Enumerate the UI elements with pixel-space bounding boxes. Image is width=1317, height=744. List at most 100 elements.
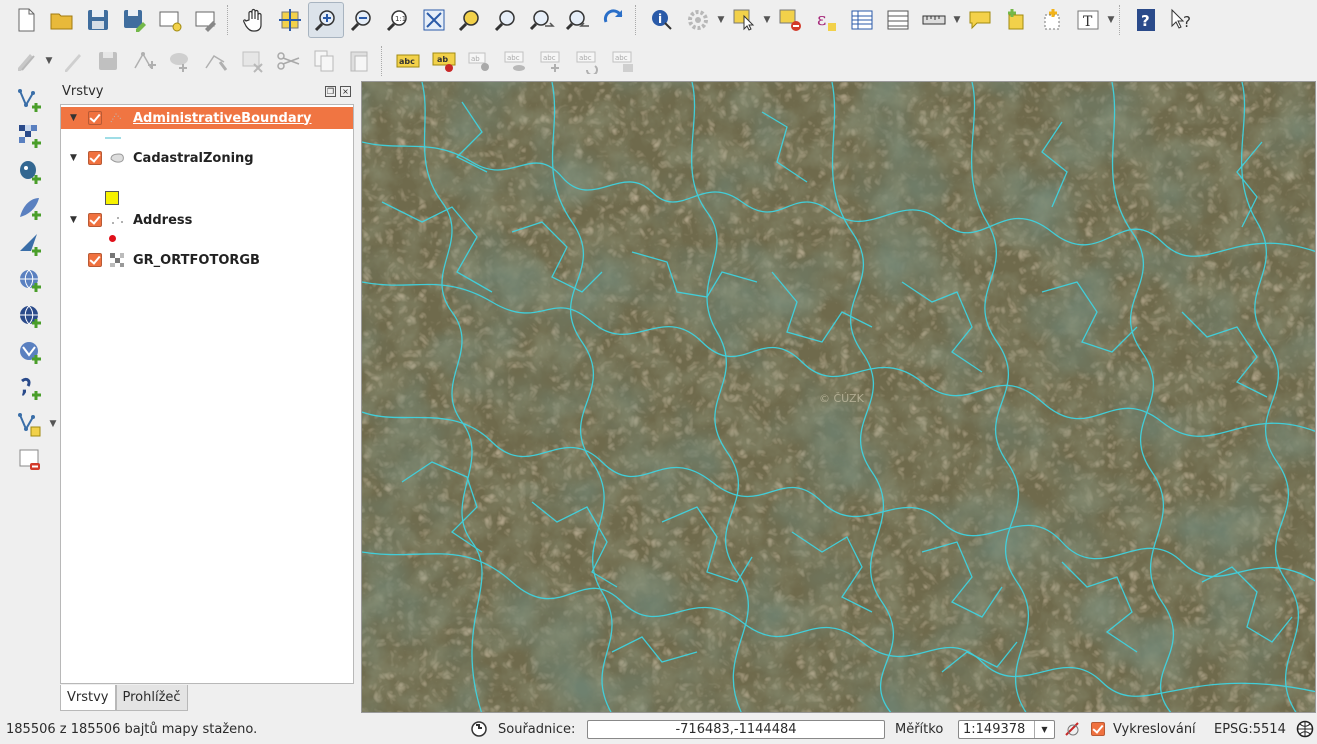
save-as-icon[interactable] xyxy=(116,2,152,38)
chevron-down-icon[interactable]: ▼ xyxy=(952,2,962,38)
zoom-last-icon[interactable] xyxy=(524,2,560,38)
save-edits-icon[interactable] xyxy=(90,43,126,79)
zoom-out-icon[interactable] xyxy=(344,2,380,38)
scale-combobox[interactable]: 1:149378 ▼ xyxy=(958,720,1055,739)
layer-row-gr-ortfotorgb[interactable]: GR_ORTFOTORGB xyxy=(61,249,353,271)
attribute-table-icon[interactable] xyxy=(844,2,880,38)
chevron-down-icon[interactable]: ▼ xyxy=(716,2,726,38)
line-symbol xyxy=(105,137,121,139)
add-vector-layer-icon[interactable] xyxy=(12,82,48,118)
field-calculator-icon[interactable]: ε xyxy=(808,2,844,38)
node-tool-icon[interactable] xyxy=(198,43,234,79)
add-wms-layer-icon[interactable] xyxy=(12,262,48,298)
pan-hand-icon[interactable] xyxy=(236,2,272,38)
layer-labeling-icon[interactable]: ab xyxy=(426,43,462,79)
layer-row-administrativeboundary[interactable]: ▼ AdministrativeBoundary xyxy=(61,107,353,129)
add-wfs-layer-icon[interactable] xyxy=(12,334,48,370)
add-delimited-text-icon[interactable]: , xyxy=(12,370,48,406)
new-print-composer-icon[interactable] xyxy=(152,2,188,38)
save-project-icon[interactable] xyxy=(80,2,116,38)
coordinate-label: Souřadnice: xyxy=(498,721,576,737)
select-features-icon[interactable] xyxy=(726,2,762,38)
crs-globe-icon[interactable] xyxy=(1296,720,1314,738)
layer-row-cadastralzoning[interactable]: ▼ CadastralZoning xyxy=(61,147,353,169)
show-hide-labels-icon[interactable]: abc xyxy=(498,43,534,79)
new-project-icon[interactable] xyxy=(8,2,44,38)
toggle-editing-icon[interactable] xyxy=(54,43,90,79)
zoom-next-icon[interactable] xyxy=(560,2,596,38)
zoom-in-icon[interactable] xyxy=(308,2,344,38)
copy-features-icon[interactable] xyxy=(306,43,342,79)
svg-text:ε: ε xyxy=(817,9,826,30)
layer-name: CadastralZoning xyxy=(133,150,254,166)
add-wcs-layer-icon[interactable] xyxy=(12,298,48,334)
chevron-down-icon[interactable]: ▼ xyxy=(44,43,54,79)
close-panel-icon[interactable]: × xyxy=(340,86,351,97)
expand-arrow-icon[interactable]: ▼ xyxy=(70,153,77,163)
measure-ruler-icon[interactable] xyxy=(916,2,952,38)
zoom-to-layer-icon[interactable] xyxy=(488,2,524,38)
line-layer-icon xyxy=(109,110,125,126)
refresh-icon[interactable] xyxy=(596,2,632,38)
crs-label[interactable]: EPSG:5514 xyxy=(1214,722,1286,737)
chevron-down-icon[interactable]: ▼ xyxy=(1034,721,1054,738)
layer-visibility-checkbox[interactable] xyxy=(88,253,102,267)
chevron-down-icon[interactable]: ▼ xyxy=(1106,2,1116,38)
add-raster-layer-icon[interactable] xyxy=(12,118,48,154)
float-panel-icon[interactable]: ❐ xyxy=(325,86,336,97)
change-label-icon[interactable]: abc xyxy=(606,43,642,79)
add-postgis-layer-icon[interactable] xyxy=(12,154,48,190)
show-bookmarks-icon[interactable] xyxy=(1034,2,1070,38)
map-canvas[interactable]: © ČÚZK xyxy=(361,81,1316,713)
move-feature-icon[interactable] xyxy=(162,43,198,79)
zoom-to-selection-icon[interactable] xyxy=(452,2,488,38)
rotate-label-icon[interactable]: abc xyxy=(570,43,606,79)
chevron-down-icon[interactable]: ▼ xyxy=(762,2,772,38)
remove-layer-icon[interactable] xyxy=(12,442,48,478)
zoom-actual-size-icon[interactable]: 1:1 xyxy=(380,2,416,38)
layer-name: GR_ORTFOTORGB xyxy=(133,252,260,268)
label-toolbar-icon[interactable]: abc xyxy=(390,43,426,79)
pan-to-selection-icon[interactable] xyxy=(272,2,308,38)
add-mssql-layer-icon[interactable] xyxy=(12,226,48,262)
help-icon[interactable]: ? xyxy=(1128,2,1164,38)
delete-selected-icon[interactable] xyxy=(234,43,270,79)
layer-visibility-checkbox[interactable] xyxy=(88,213,102,227)
composer-manager-icon[interactable] xyxy=(188,2,224,38)
svg-text:ab: ab xyxy=(471,55,480,63)
scale-value: 1:149378 xyxy=(963,722,1026,737)
action-gear-icon[interactable] xyxy=(680,2,716,38)
tab-layers[interactable]: Vrstvy xyxy=(60,685,116,711)
map-tips-icon[interactable] xyxy=(962,2,998,38)
add-feature-icon[interactable] xyxy=(126,43,162,79)
layer-row-address[interactable]: ▼ Address xyxy=(61,209,353,231)
statistics-icon[interactable] xyxy=(880,2,916,38)
chevron-down-icon[interactable]: ▼ xyxy=(48,406,58,442)
pin-labels-icon[interactable]: ab xyxy=(462,43,498,79)
render-checkbox[interactable] xyxy=(1091,722,1105,736)
layer-visibility-checkbox[interactable] xyxy=(88,151,102,165)
deselect-all-icon[interactable] xyxy=(772,2,808,38)
coordinate-toggle-icon[interactable] xyxy=(470,720,488,738)
new-shapefile-icon[interactable] xyxy=(12,406,48,442)
add-spatialite-layer-icon[interactable] xyxy=(12,190,48,226)
zoom-full-icon[interactable] xyxy=(416,2,452,38)
expand-arrow-icon[interactable]: ▼ xyxy=(70,215,77,225)
tab-browser[interactable]: Prohlížeč xyxy=(115,685,188,711)
text-annotation-icon[interactable]: T xyxy=(1070,2,1106,38)
coordinate-field[interactable]: -716483,-1144484 xyxy=(587,720,885,739)
layer-tree[interactable]: ▼ AdministrativeBoundary ▼ CadastralZoni… xyxy=(60,104,354,684)
expand-arrow-icon[interactable]: ▼ xyxy=(70,113,77,123)
whats-this-icon[interactable]: ? xyxy=(1164,2,1200,38)
move-label-icon[interactable]: abc xyxy=(534,43,570,79)
polygon-symbol xyxy=(105,191,119,205)
cut-features-icon[interactable] xyxy=(270,43,306,79)
identify-icon[interactable]: i xyxy=(644,2,680,38)
current-edits-icon[interactable] xyxy=(8,43,44,79)
layer-visibility-checkbox[interactable] xyxy=(88,111,102,125)
svg-text:1:1: 1:1 xyxy=(395,15,406,23)
paste-features-icon[interactable] xyxy=(342,43,378,79)
stop-render-icon[interactable] xyxy=(1064,720,1082,738)
new-bookmark-icon[interactable] xyxy=(998,2,1034,38)
open-project-icon[interactable] xyxy=(44,2,80,38)
